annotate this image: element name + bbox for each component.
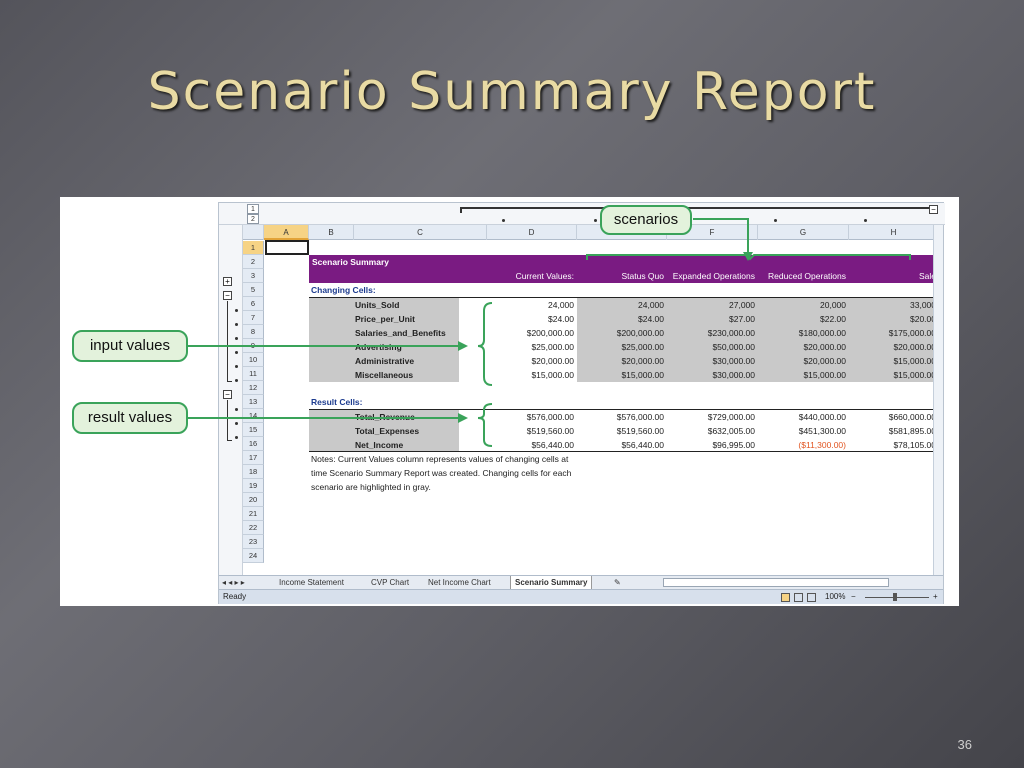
input-values-arrow-head	[458, 341, 468, 351]
slide-title: Scenario Summary Report	[147, 62, 877, 122]
scenarios-callout: scenarios	[600, 205, 692, 235]
result-values-arrow-head	[458, 413, 468, 423]
scenarios-arrow-line	[693, 218, 749, 254]
page-number: 36	[957, 737, 972, 752]
excel-screenshot: 1 2 − 1 2 A B C D E F G H + − −	[60, 197, 959, 606]
result-values-brace	[477, 403, 493, 447]
annotation-layer	[188, 218, 911, 447]
input-values-brace	[477, 302, 493, 386]
result-values-callout: result values	[72, 402, 188, 434]
input-values-callout: input values	[72, 330, 188, 362]
